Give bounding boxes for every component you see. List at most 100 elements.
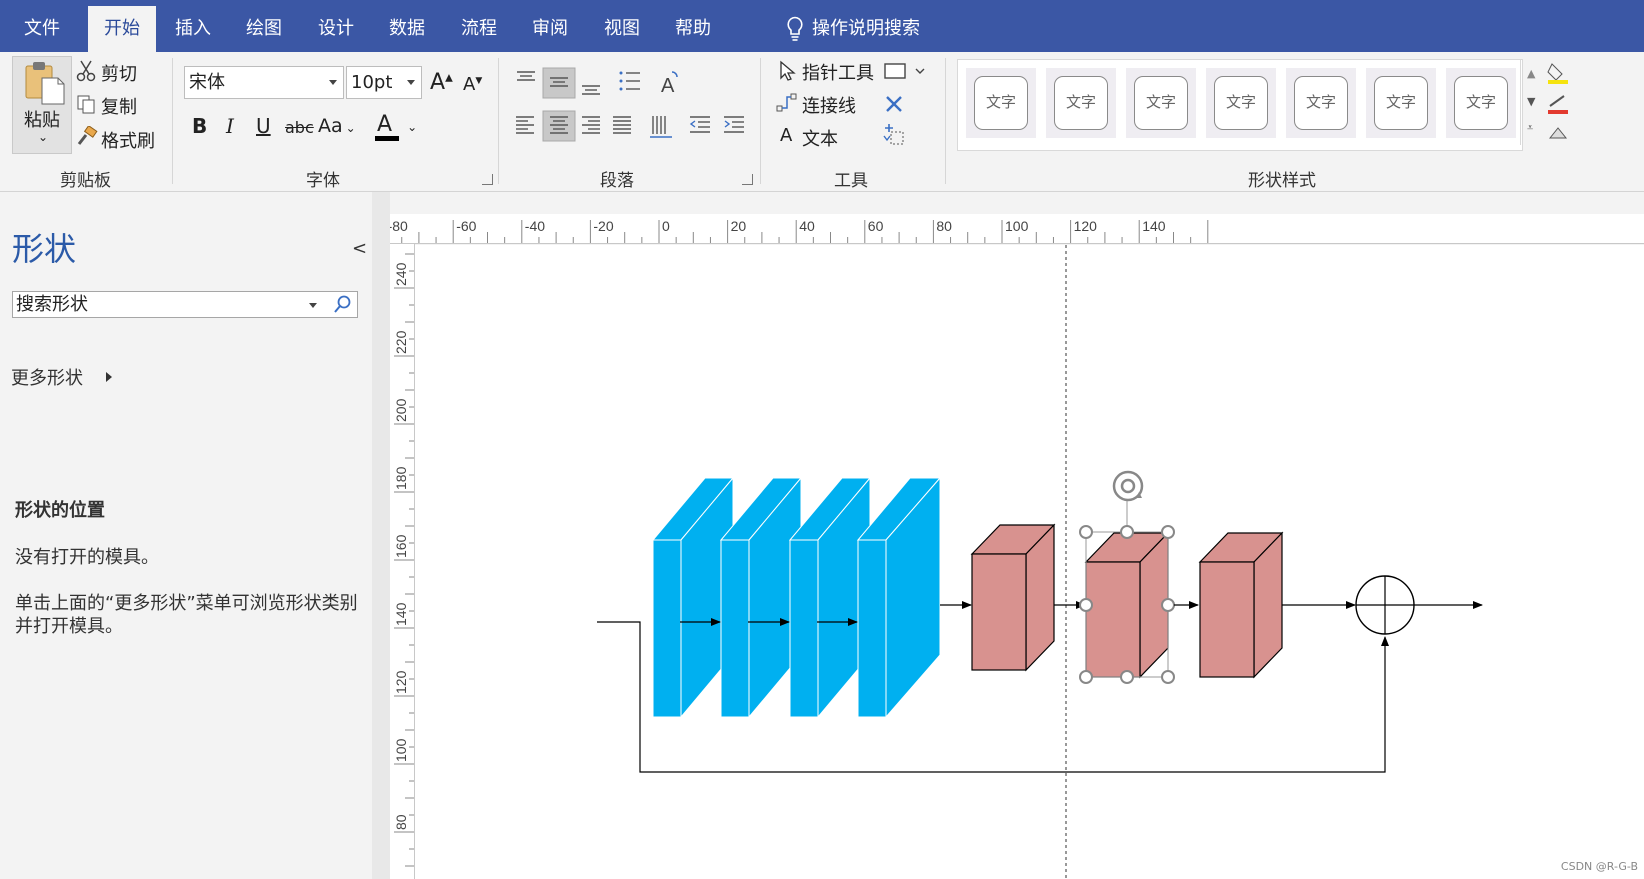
- tab-view[interactable]: 视图: [604, 0, 640, 52]
- copy-button[interactable]: 复制: [101, 93, 137, 119]
- pointer-tool-button[interactable]: 指针工具: [802, 59, 874, 85]
- decrease-indent-icon: [689, 116, 710, 133]
- group-separator: [760, 58, 761, 184]
- style-swatch[interactable]: 文字: [1206, 68, 1276, 138]
- ruler-label: 80: [936, 218, 952, 234]
- chevron-down-icon[interactable]: [309, 303, 317, 308]
- font-name-value: 宋体: [189, 72, 225, 93]
- font-name-combo[interactable]: 宋体: [184, 66, 344, 99]
- add-operator-circle[interactable]: [1355, 575, 1415, 635]
- font-size-combo[interactable]: 10pt: [346, 66, 422, 99]
- vertical-ruler[interactable]: 240 220 200 180 160 140 120 100 80: [390, 244, 415, 879]
- tab-data[interactable]: 数据: [389, 0, 425, 52]
- format-painter-button[interactable]: 格式刷: [101, 127, 155, 153]
- chevron-down-icon: [329, 80, 337, 85]
- ruler-label: 140: [393, 602, 409, 626]
- style-swatch-text: 文字: [1054, 76, 1108, 130]
- tab-help[interactable]: 帮助: [675, 0, 711, 52]
- fill-line-effects-icons[interactable]: [1546, 60, 1570, 150]
- underline-button[interactable]: U: [256, 114, 271, 138]
- paragraph-align-row-2: [516, 110, 744, 142]
- no-stencils-text: 没有打开的模具。: [15, 547, 159, 568]
- increase-indent-icon: [724, 116, 744, 133]
- style-swatch[interactable]: 文字: [966, 68, 1036, 138]
- grow-font-button[interactable]: A▲: [430, 70, 453, 95]
- ruler-label: 140: [1142, 218, 1166, 234]
- font-dialog-launcher-icon[interactable]: [482, 174, 493, 185]
- rotate-handle-icon[interactable]: [1112, 470, 1144, 502]
- italic-button[interactable]: I: [226, 114, 234, 138]
- text-tool-button[interactable]: 文本: [802, 125, 838, 151]
- tab-process[interactable]: 流程: [461, 0, 497, 52]
- distribute-icon: [650, 116, 672, 138]
- style-swatch[interactable]: 文字: [1286, 68, 1356, 138]
- pointer-icon: [780, 60, 796, 81]
- gallery-up-icon[interactable]: ▲: [1527, 67, 1535, 80]
- paste-label: 粘贴: [24, 110, 60, 131]
- chevron-right-icon[interactable]: [106, 372, 112, 382]
- ruler-label: 240: [393, 262, 409, 286]
- ruler-label: 0: [662, 218, 670, 234]
- ruler-label: 100: [393, 738, 409, 762]
- style-swatch[interactable]: 文字: [1046, 68, 1116, 138]
- rectangle-tool-icon[interactable]: [884, 63, 926, 79]
- paste-dropdown-icon[interactable]: ⌄: [38, 130, 48, 144]
- tab-insert[interactable]: 插入: [175, 0, 211, 52]
- search-icon[interactable]: [333, 294, 353, 314]
- align-top-icon: [517, 71, 535, 81]
- style-swatch-text: 文字: [1294, 76, 1348, 130]
- font-size-value: 10pt: [351, 72, 393, 93]
- style-swatch[interactable]: 文字: [1446, 68, 1516, 138]
- tab-home[interactable]: 开始: [88, 6, 156, 52]
- ruler-label: 40: [799, 218, 815, 234]
- ruler-label: 160: [393, 534, 409, 558]
- shrink-font-button[interactable]: A▼: [463, 74, 482, 95]
- blue-layers-group[interactable]: [651, 476, 942, 719]
- ruler-label: 120: [1074, 218, 1098, 234]
- tell-me-search[interactable]: 操作说明搜索: [812, 0, 920, 52]
- tab-draw[interactable]: 绘图: [246, 0, 282, 52]
- watermark: CSDN @R-G-B: [1560, 860, 1638, 873]
- tools-group-label: 工具: [834, 171, 868, 191]
- connector-tool-button[interactable]: 连接线: [802, 92, 856, 118]
- connection-point-icon[interactable]: [882, 124, 908, 148]
- gallery-down-icon[interactable]: ▼: [1527, 95, 1535, 108]
- style-swatch[interactable]: 文字: [1126, 68, 1196, 138]
- more-shapes-menu[interactable]: 更多形状: [11, 364, 83, 390]
- gallery-more-icon[interactable]: ⩡: [1527, 121, 1533, 135]
- group-separator: [945, 58, 946, 184]
- horizontal-ruler[interactable]: -180-160-140-120-100-80-60-40-2002040608…: [390, 214, 1644, 244]
- group-separator: [498, 58, 499, 184]
- style-swatch[interactable]: 文字: [1366, 68, 1436, 138]
- shrink-font-letter: A: [463, 74, 476, 95]
- font-color-button[interactable]: A ⌄: [377, 112, 417, 137]
- pink-block[interactable]: [1198, 531, 1284, 679]
- pink-block-selected[interactable]: [1084, 531, 1170, 679]
- group-separator: [172, 58, 173, 184]
- clipboard-group-label: 剪贴板: [60, 171, 111, 191]
- bold-button[interactable]: B: [192, 114, 207, 138]
- change-case-button[interactable]: Aa ⌄: [318, 115, 356, 137]
- collapse-pane-icon[interactable]: <: [352, 238, 367, 259]
- drawing-canvas[interactable]: CSDN @R-G-B: [415, 245, 1644, 879]
- close-x-icon[interactable]: [884, 94, 904, 114]
- style-swatch-text: 文字: [1374, 76, 1428, 130]
- paragraph-dialog-launcher-icon[interactable]: [742, 174, 753, 185]
- strikethrough-button[interactable]: abc: [285, 118, 314, 137]
- paragraph-align-row-1: A: [517, 67, 678, 99]
- tab-design[interactable]: 设计: [318, 0, 354, 52]
- search-shapes-input[interactable]: 搜索形状: [12, 291, 358, 318]
- shape-styles-group-label: 形状样式: [1248, 171, 1316, 191]
- cut-button[interactable]: 剪切: [101, 60, 137, 86]
- effects-icon: [1548, 127, 1568, 139]
- pink-block[interactable]: [970, 523, 1056, 672]
- hint-text-line-2: 并打开模具。: [15, 616, 123, 637]
- gallery-scroll[interactable]: ▲ ▼ ⩡: [1520, 59, 1542, 145]
- text-tool-icon: A: [780, 125, 793, 146]
- ruler-label: 60: [868, 218, 884, 234]
- tab-review[interactable]: 审阅: [532, 0, 568, 52]
- pane-splitter[interactable]: [372, 192, 390, 879]
- lightbulb-icon[interactable]: [786, 16, 804, 42]
- ruler-label: 20: [731, 218, 747, 234]
- tab-file[interactable]: 文件: [24, 0, 60, 52]
